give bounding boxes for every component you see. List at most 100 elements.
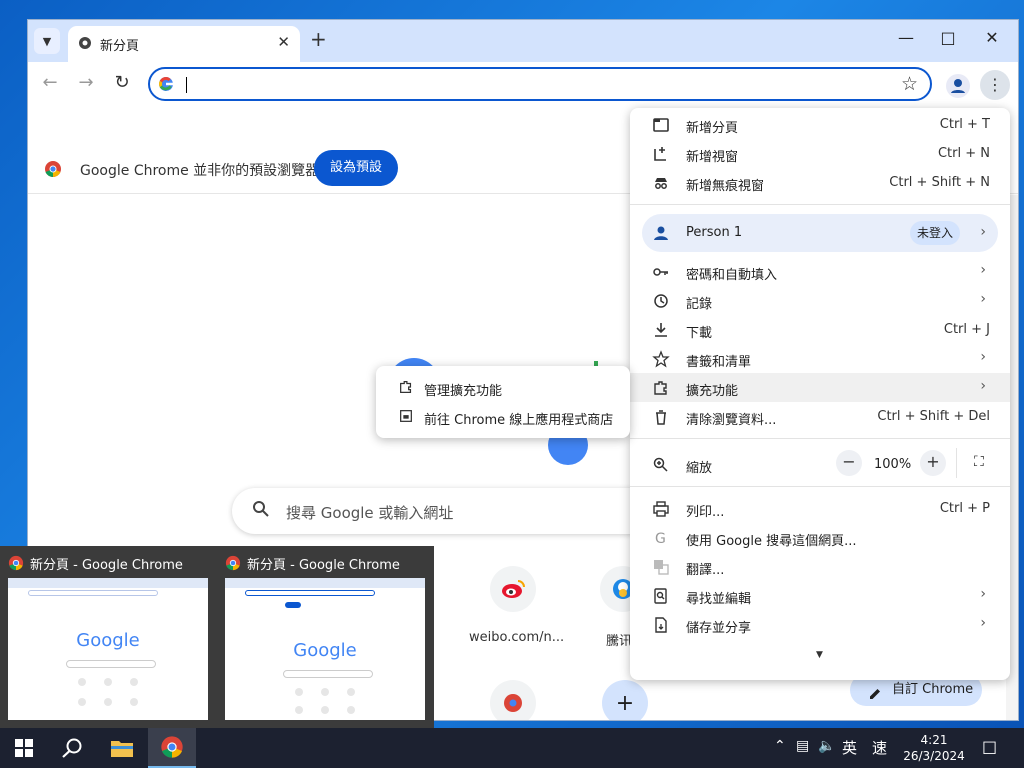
bookmark-star-icon[interactable]: ☆: [901, 73, 918, 95]
window-preview: Google: [8, 578, 208, 720]
system-clock[interactable]: 4:21 26/3/2024: [902, 732, 966, 764]
window-thumbnail[interactable]: 新分頁 - Google Chrome Google: [0, 546, 216, 728]
zoom-in-button[interactable]: +: [920, 450, 946, 476]
menu-divider: [630, 204, 1010, 205]
start-button[interactable]: [0, 728, 48, 768]
network-icon[interactable]: ▤: [796, 738, 809, 754]
preview-shortcut: [347, 706, 355, 714]
tab-new-tab[interactable]: 新分頁 ✕: [68, 26, 300, 62]
tab-title: 新分頁: [100, 39, 140, 54]
menu-item-extensions[interactable]: 擴充功能 ›: [630, 373, 1010, 402]
more-vert-icon: ⋮: [987, 75, 1003, 94]
translate-icon: [654, 560, 669, 575]
chrome-logo-icon: [225, 555, 241, 575]
window-thumbnail[interactable]: 新分頁 - Google Chrome Google: [217, 546, 433, 728]
ime-mode-indicator[interactable]: 速: [872, 737, 887, 758]
zoom-out-button[interactable]: −: [836, 450, 862, 476]
text-cursor: [186, 77, 187, 93]
preview-google-logo: Google: [76, 630, 140, 651]
preview-button: [285, 602, 301, 608]
back-button[interactable]: ←: [38, 72, 62, 93]
preview-search: [283, 670, 373, 678]
folder-icon: [111, 741, 133, 757]
preview-shortcut: [130, 678, 138, 686]
menu-item-history[interactable]: 記錄 ›: [630, 286, 1010, 315]
menu-divider: [630, 438, 1010, 439]
key-icon: [653, 268, 668, 276]
preview-shortcut: [78, 678, 86, 686]
preview-shortcut: [295, 706, 303, 714]
close-window-button[interactable]: ✕: [972, 28, 1012, 47]
menu-item-zoom: 縮放 − 100% + ⛶: [630, 448, 1010, 482]
menu-item-new-tab[interactable]: 新增分頁 Ctrl + T: [630, 110, 1010, 139]
chrome-logo-icon: [504, 694, 522, 712]
save-share-icon: [655, 617, 667, 633]
forward-button[interactable]: →: [74, 72, 98, 93]
preview-urlbar: [28, 590, 158, 596]
menu-item-profile[interactable]: Person 1 未登入 ›: [642, 214, 998, 252]
chevron-up-icon[interactable]: ⌃: [774, 738, 786, 754]
menu-item-search-page[interactable]: G 使用 Google 搜尋這個網頁...: [630, 523, 1010, 552]
notification-icon[interactable]: □: [982, 737, 997, 756]
clock-time: 4:21: [920, 733, 948, 747]
clock-date: 26/3/2024: [903, 749, 965, 763]
shortcut-label: 騰讯: [606, 634, 633, 649]
menu-item-downloads[interactable]: 下載 Ctrl + J: [630, 315, 1010, 344]
minimize-button[interactable]: —: [886, 28, 926, 47]
download-icon: [655, 323, 667, 337]
taskbar-chrome[interactable]: [148, 728, 196, 768]
menu-item-new-window[interactable]: 新增視窗 Ctrl + N: [630, 139, 1010, 168]
close-tab-icon[interactable]: ✕: [277, 33, 290, 51]
new-tab-button[interactable]: +: [310, 29, 327, 49]
title-bar: ▼ 新分頁 ✕ + — □ ✕: [28, 20, 1018, 62]
add-shortcut-button[interactable]: +: [602, 680, 648, 720]
taskbar-file-explorer[interactable]: [98, 728, 146, 768]
shortcut-chrome[interactable]: [490, 680, 536, 720]
preview-shortcut: [347, 688, 355, 696]
menu-item-new-incognito[interactable]: 新增無痕視窗 Ctrl + Shift + N: [630, 168, 1010, 197]
zoom-icon: [653, 457, 668, 472]
shortcut-label: weibo.com/n...: [469, 630, 565, 645]
set-default-button[interactable]: 設為預設: [314, 150, 398, 186]
search-icon: [62, 738, 82, 758]
find-icon: [654, 588, 667, 604]
preview-urlbar: [245, 590, 375, 596]
search-button[interactable]: [48, 728, 96, 768]
shortcut-weibo[interactable]: [490, 566, 536, 612]
windows-logo-icon: [15, 739, 33, 757]
chevron-right-icon: ›: [980, 262, 986, 278]
submenu-item-web-store[interactable]: 前往 Chrome 線上應用程式商店: [376, 402, 630, 431]
chevron-right-icon: ›: [980, 615, 986, 631]
maximize-button[interactable]: □: [928, 28, 968, 47]
incognito-icon: [655, 178, 667, 189]
menu-divider: [630, 486, 1010, 487]
menu-item-find-edit[interactable]: 尋找並編輯 ›: [630, 581, 1010, 610]
menu-item-clear-data[interactable]: 清除瀏覽資料... Ctrl + Shift + Del: [630, 402, 1010, 431]
extension-icon: [400, 381, 412, 393]
menu-item-bookmarks[interactable]: 書籤和清單 ›: [630, 344, 1010, 373]
chrome-tab-icon: [78, 36, 92, 54]
tab-search-button[interactable]: ▼: [34, 28, 60, 54]
volume-muted-icon[interactable]: 🔈: [818, 738, 835, 754]
web-store-icon: [400, 410, 412, 422]
menu-item-translate[interactable]: 翻譯...: [630, 552, 1010, 581]
print-icon: [653, 501, 669, 517]
chrome-menu-button[interactable]: ⋮: [980, 70, 1010, 100]
svg-text:G: G: [655, 531, 666, 547]
preview-tabstrip: [8, 578, 208, 588]
chevron-right-icon: ›: [980, 378, 986, 394]
menu-item-print[interactable]: 列印... Ctrl + P: [630, 494, 1010, 523]
taskbar: ⌃ ▤ 🔈 英 速 4:21 26/3/2024 □: [0, 728, 1024, 768]
reload-button[interactable]: ↻: [110, 72, 134, 93]
scroll-down-icon[interactable]: ▼: [816, 650, 823, 660]
menu-item-save-share[interactable]: 儲存並分享 ›: [630, 610, 1010, 639]
submenu-item-manage-extensions[interactable]: 管理擴充功能: [376, 373, 630, 402]
ime-indicator[interactable]: 英: [842, 737, 857, 758]
ntp-search-box[interactable]: 搜尋 Google 或輸入網址: [232, 488, 652, 534]
ntp-search-placeholder: 搜尋 Google 或輸入網址: [286, 504, 454, 522]
fullscreen-icon[interactable]: ⛶: [974, 454, 984, 470]
address-bar[interactable]: ☆: [148, 67, 932, 101]
profile-button[interactable]: [946, 74, 970, 98]
signin-status-badge: 未登入: [910, 221, 960, 245]
menu-item-passwords[interactable]: 密碼和自動填入 ›: [630, 257, 1010, 286]
